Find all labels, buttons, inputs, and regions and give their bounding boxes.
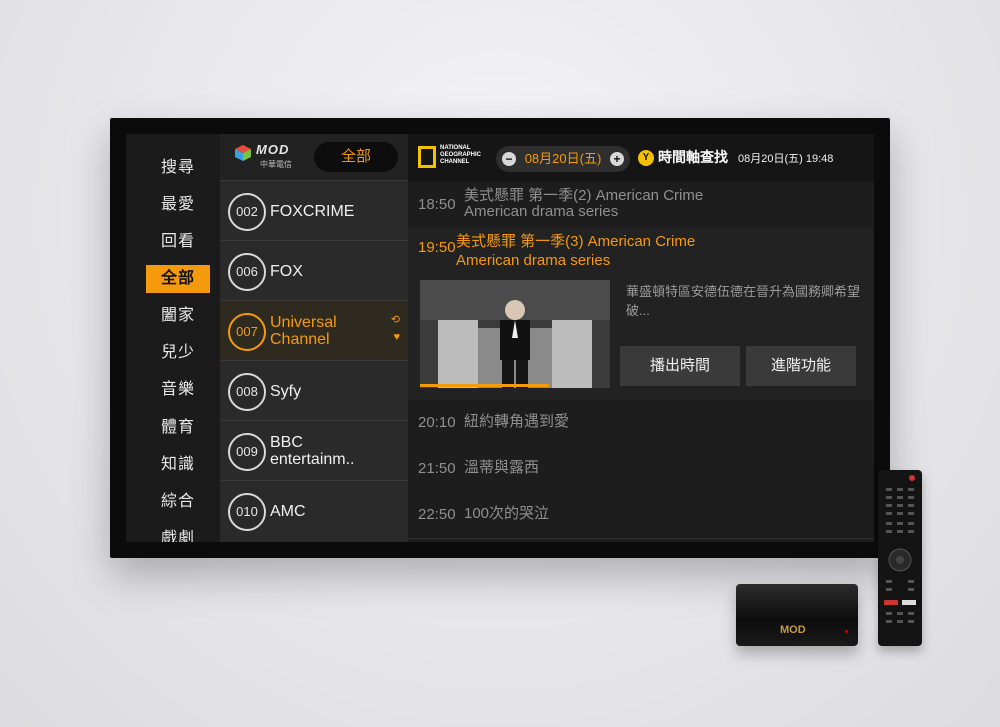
category-favorites[interactable]: 最愛 xyxy=(146,191,210,219)
channel-number: 010 xyxy=(228,493,266,531)
channel-name: AMC xyxy=(270,502,306,520)
program-guide: NATIONAL GEOGRAPHIC CHANNEL − 08月20日(五) … xyxy=(408,134,874,542)
heart-icon: ♥ xyxy=(393,331,400,343)
replay-icon: ⟲ xyxy=(390,314,400,326)
program-time: 21:50 xyxy=(418,460,456,477)
set-top-box: MOD xyxy=(736,584,858,646)
channel-row[interactable]: 010 AMC xyxy=(220,480,408,541)
advanced-functions-button[interactable]: 進階功能 xyxy=(746,346,856,386)
channel-list-header: MOD 中華電信 全部 xyxy=(220,134,408,180)
program-time: 22:50 xyxy=(418,506,456,523)
date-next-button[interactable]: + xyxy=(610,152,624,166)
channel-number: 008 xyxy=(228,373,266,411)
playback-progress-bar xyxy=(420,384,549,387)
category-all[interactable]: 全部 xyxy=(146,265,210,293)
channel-name: FOX xyxy=(270,262,303,280)
program-thumbnail-image xyxy=(420,280,610,388)
channel-number: 006 xyxy=(228,253,266,291)
channel-number: 002 xyxy=(228,193,266,231)
mod-cube-icon xyxy=(235,145,251,161)
mod-brand-text: MOD xyxy=(256,142,290,157)
current-datetime: 08月20日(五) 19:48 xyxy=(738,153,834,165)
remote-control xyxy=(878,470,922,646)
program-time: 18:50 xyxy=(418,196,456,213)
tv-frame: 搜尋 最愛 回看 全部 闔家 兒少 音樂 體育 知識 綜合 戲劇 MOD 中華電… xyxy=(110,118,890,558)
channel-row[interactable]: 006 FOX xyxy=(220,240,408,301)
category-sports[interactable]: 體育 xyxy=(146,414,210,442)
channel-name: Syfy xyxy=(270,382,302,400)
channel-name: FOXCRIME xyxy=(270,202,355,220)
program-guide-header: NATIONAL GEOGRAPHIC CHANNEL − 08月20日(五) … xyxy=(408,134,874,182)
mod-brand-subtext: 中華電信 xyxy=(260,160,292,169)
timeline-search-button[interactable]: 時間軸查找 xyxy=(658,147,728,167)
channel-filter-pill[interactable]: 全部 xyxy=(314,142,398,172)
program-time: 19:50 xyxy=(418,239,456,256)
program-title: 紐約轉角遇到愛 xyxy=(464,413,570,430)
program-title: 美式懸罪 第一季(3) American Crime American dram… xyxy=(456,233,696,269)
category-replay[interactable]: 回看 xyxy=(146,228,210,256)
channel-number: 009 xyxy=(228,433,266,471)
remote-buttons-icon xyxy=(884,475,916,623)
channel-name: Universal Channel xyxy=(270,314,337,348)
channel-number: 007 xyxy=(228,313,266,351)
category-knowledge[interactable]: 知識 xyxy=(146,451,210,479)
natgeo-logo-icon xyxy=(418,146,436,168)
program-time: 20:10 xyxy=(418,414,456,431)
date-selector: − 08月20日(五) + xyxy=(496,146,630,172)
program-title: 溫蒂與露西 xyxy=(464,459,540,476)
program-title: 100次的哭泣 xyxy=(464,505,550,522)
category-sidebar: 搜尋 最愛 回看 全部 闔家 兒少 音樂 體育 知識 綜合 戲劇 xyxy=(126,134,220,542)
program-row[interactable]: 21:50 溫蒂與露西 xyxy=(408,446,874,493)
date-prev-button[interactable]: − xyxy=(502,152,516,166)
y-key-icon: Y xyxy=(638,150,654,166)
channel-row[interactable]: 008 Syfy xyxy=(220,360,408,421)
channel-row[interactable]: 009 BBC entertainm.. xyxy=(220,420,408,481)
date-text: 08月20日(五) xyxy=(524,151,602,166)
program-description: 華盛頓特區安德伍德在晉升為國務卿希望破... xyxy=(626,284,861,318)
category-family[interactable]: 闔家 xyxy=(146,302,210,330)
category-music[interactable]: 音樂 xyxy=(146,376,210,404)
category-drama[interactable]: 戲劇 xyxy=(146,525,210,542)
category-kids[interactable]: 兒少 xyxy=(146,339,210,367)
channel-name: BBC entertainm.. xyxy=(270,434,355,468)
program-row[interactable]: 20:10 紐約轉角遇到愛 xyxy=(408,400,874,447)
channel-list: MOD 中華電信 全部 002 FOXCRIME 006 FOX 007 Uni… xyxy=(220,134,408,542)
category-search[interactable]: 搜尋 xyxy=(146,154,210,182)
set-top-box-led xyxy=(845,630,848,633)
mod-logo: MOD 中華電信 xyxy=(234,142,304,172)
tv-screen: 搜尋 最愛 回看 全部 闔家 兒少 音樂 體育 知識 綜合 戲劇 MOD 中華電… xyxy=(126,134,874,542)
program-title: 美式懸罪 第一季(2) American Crime American dram… xyxy=(464,187,704,220)
natgeo-logo-text: NATIONAL GEOGRAPHIC CHANNEL xyxy=(440,145,482,165)
program-row[interactable]: 22:50 100次的哭泣 xyxy=(408,492,874,539)
channel-row[interactable]: 002 FOXCRIME xyxy=(220,180,408,241)
set-top-box-logo: MOD xyxy=(780,624,806,636)
channel-row-selected[interactable]: 007 Universal Channel ⟲ ♥ xyxy=(220,300,408,361)
category-variety[interactable]: 綜合 xyxy=(146,488,210,516)
play-time-button[interactable]: 播出時間 xyxy=(620,346,740,386)
program-row[interactable]: 18:50 美式懸罪 第一季(2) American Crime America… xyxy=(408,182,874,229)
program-thumbnail xyxy=(420,280,610,388)
